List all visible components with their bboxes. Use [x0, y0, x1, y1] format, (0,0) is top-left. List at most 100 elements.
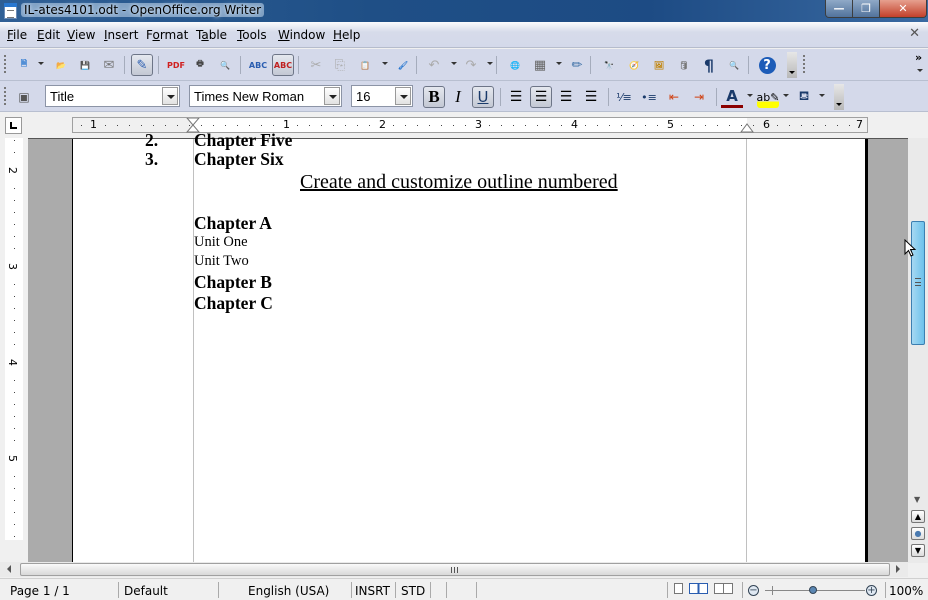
- arrow-left-icon[interactable]: [7, 565, 11, 573]
- navigation-button[interactable]: ●: [911, 527, 925, 540]
- single-page-view-icon[interactable]: [674, 583, 683, 594]
- chevron-down-icon[interactable]: [783, 94, 789, 97]
- gallery-button[interactable]: 🖼: [648, 54, 670, 76]
- zoom-button[interactable]: 🔍: [723, 54, 745, 76]
- horizontal-scroll-thumb[interactable]: [20, 563, 890, 576]
- numbering-button[interactable]: ⅟≡: [613, 86, 635, 108]
- zoom-in-icon[interactable]: +: [866, 585, 877, 596]
- menu-tools[interactable]: Tools: [237, 28, 267, 42]
- toolbar-grip[interactable]: [4, 87, 6, 105]
- chevron-down-icon[interactable]: [556, 62, 562, 65]
- font-size-select[interactable]: 16: [351, 85, 413, 107]
- document-page[interactable]: 2. Chapter Five 3. Chapter Six Create and cu…: [72, 130, 868, 563]
- horizontal-scrollbar[interactable]: [0, 562, 908, 577]
- menu-window[interactable]: Window: [278, 28, 325, 42]
- page-indicator[interactable]: Page 1 / 1: [10, 584, 70, 598]
- font-color-button[interactable]: A: [721, 86, 743, 108]
- page-style[interactable]: Default: [124, 584, 168, 598]
- menu-format[interactable]: Format: [146, 28, 188, 42]
- menu-edit[interactable]: Edit: [37, 28, 60, 42]
- heading-text[interactable]: Chapter B: [194, 272, 272, 293]
- heading-text[interactable]: Chapter Five: [194, 130, 292, 151]
- copy-button[interactable]: ⎘: [329, 54, 351, 76]
- chevron-down-icon[interactable]: [38, 62, 44, 65]
- styles-formatting-button[interactable]: ▣: [13, 86, 35, 108]
- language-indicator[interactable]: English (USA): [248, 584, 329, 598]
- multi-page-view-icon[interactable]: [689, 583, 708, 594]
- redo-button[interactable]: ↷: [460, 54, 482, 76]
- heading-text[interactable]: Chapter A: [194, 213, 272, 234]
- zoom-level[interactable]: 100%: [889, 584, 923, 598]
- paragraph-text[interactable]: Unit One: [194, 234, 248, 251]
- chevron-down-icon[interactable]: [917, 69, 923, 72]
- paragraph-text[interactable]: Unit Two: [194, 253, 249, 270]
- toolbar-overflow-button[interactable]: [834, 84, 844, 110]
- heading-text[interactable]: Chapter C: [194, 293, 273, 314]
- heading-text[interactable]: Chapter Six: [194, 149, 284, 170]
- new-document-button[interactable]: 🗎: [13, 54, 35, 76]
- background-color-button[interactable]: ⛾: [793, 86, 815, 108]
- nonprinting-characters-button[interactable]: ¶: [698, 54, 720, 76]
- horizontal-ruler[interactable]: 11234567: [72, 117, 868, 133]
- increase-indent-button[interactable]: ⇥: [688, 86, 710, 108]
- highlighting-button[interactable]: ab✎: [757, 86, 779, 108]
- menu-insert[interactable]: Insert: [104, 28, 138, 42]
- menu-table[interactable]: Table: [196, 28, 227, 42]
- chevron-down-icon[interactable]: [395, 87, 411, 105]
- data-sources-button[interactable]: 🛢: [673, 54, 695, 76]
- chevron-down-icon[interactable]: [819, 94, 825, 97]
- find-replace-button[interactable]: 🔭: [598, 54, 620, 76]
- document-title-text[interactable]: Create and customize outline numbered: [300, 171, 618, 194]
- open-button[interactable]: 📂: [50, 54, 72, 76]
- table-button[interactable]: ▦: [529, 54, 551, 76]
- arrow-right-icon[interactable]: [896, 565, 900, 573]
- underline-button[interactable]: U: [472, 86, 494, 108]
- chevron-down-icon[interactable]: [451, 62, 457, 65]
- undo-button[interactable]: ↶: [423, 54, 445, 76]
- cut-button[interactable]: ✂: [305, 54, 327, 76]
- help-button[interactable]: ?: [756, 54, 778, 76]
- font-name-select[interactable]: Times New Roman: [189, 85, 342, 107]
- menu-file[interactable]: File: [7, 28, 27, 42]
- email-document-button[interactable]: ✉: [98, 54, 120, 76]
- next-page-button[interactable]: ▼: [911, 544, 925, 557]
- minimize-button[interactable]: —: [826, 0, 853, 17]
- zoom-out-icon[interactable]: −: [748, 585, 759, 596]
- autospellcheck-button[interactable]: ABC: [272, 54, 294, 76]
- chevron-down-icon[interactable]: [747, 94, 753, 97]
- menu-view[interactable]: View: [67, 28, 95, 42]
- page-preview-button[interactable]: 🔍: [214, 54, 236, 76]
- paragraph-style-select[interactable]: Title: [45, 85, 180, 107]
- bold-button[interactable]: B: [423, 86, 445, 108]
- spellcheck-button[interactable]: ABC: [247, 54, 269, 76]
- align-right-button[interactable]: ☰: [555, 86, 577, 108]
- toolbar-overflow-button[interactable]: [787, 52, 797, 78]
- menu-help[interactable]: Help: [333, 28, 360, 42]
- tab-type-selector[interactable]: [5, 117, 22, 134]
- bullets-button[interactable]: •≡: [638, 86, 660, 108]
- align-left-button[interactable]: ☰: [505, 86, 527, 108]
- book-view-icon[interactable]: [714, 583, 733, 594]
- edit-file-button[interactable]: ✎: [131, 54, 153, 76]
- zoom-slider-knob[interactable]: [809, 586, 817, 594]
- toolbar-grip[interactable]: [4, 55, 6, 73]
- right-indent-marker[interactable]: [740, 122, 754, 133]
- toolbar-grip[interactable]: [803, 55, 805, 73]
- justify-button[interactable]: ☰: [580, 86, 602, 108]
- previous-page-button[interactable]: ▲: [911, 510, 925, 523]
- hyperlink-button[interactable]: 🌐: [504, 54, 526, 76]
- show-draw-functions-button[interactable]: ✏: [566, 54, 588, 76]
- chevron-down-icon[interactable]: [324, 87, 340, 105]
- more-toolbars-icon[interactable]: »: [915, 51, 922, 64]
- italic-button[interactable]: I: [447, 86, 469, 108]
- vertical-scrollbar[interactable]: ▼ ▲ ● ▼: [908, 138, 928, 563]
- arrow-down-icon[interactable]: ▼: [914, 495, 920, 504]
- close-document-icon[interactable]: ✕: [909, 26, 920, 41]
- print-button[interactable]: 🖶: [189, 54, 211, 76]
- selection-mode[interactable]: STD: [401, 584, 425, 598]
- insert-mode[interactable]: INSRT: [355, 584, 390, 598]
- chevron-down-icon[interactable]: [382, 62, 388, 65]
- close-button[interactable]: ✕: [880, 0, 926, 17]
- export-pdf-button[interactable]: PDF: [165, 54, 187, 76]
- chevron-down-icon[interactable]: [487, 62, 493, 65]
